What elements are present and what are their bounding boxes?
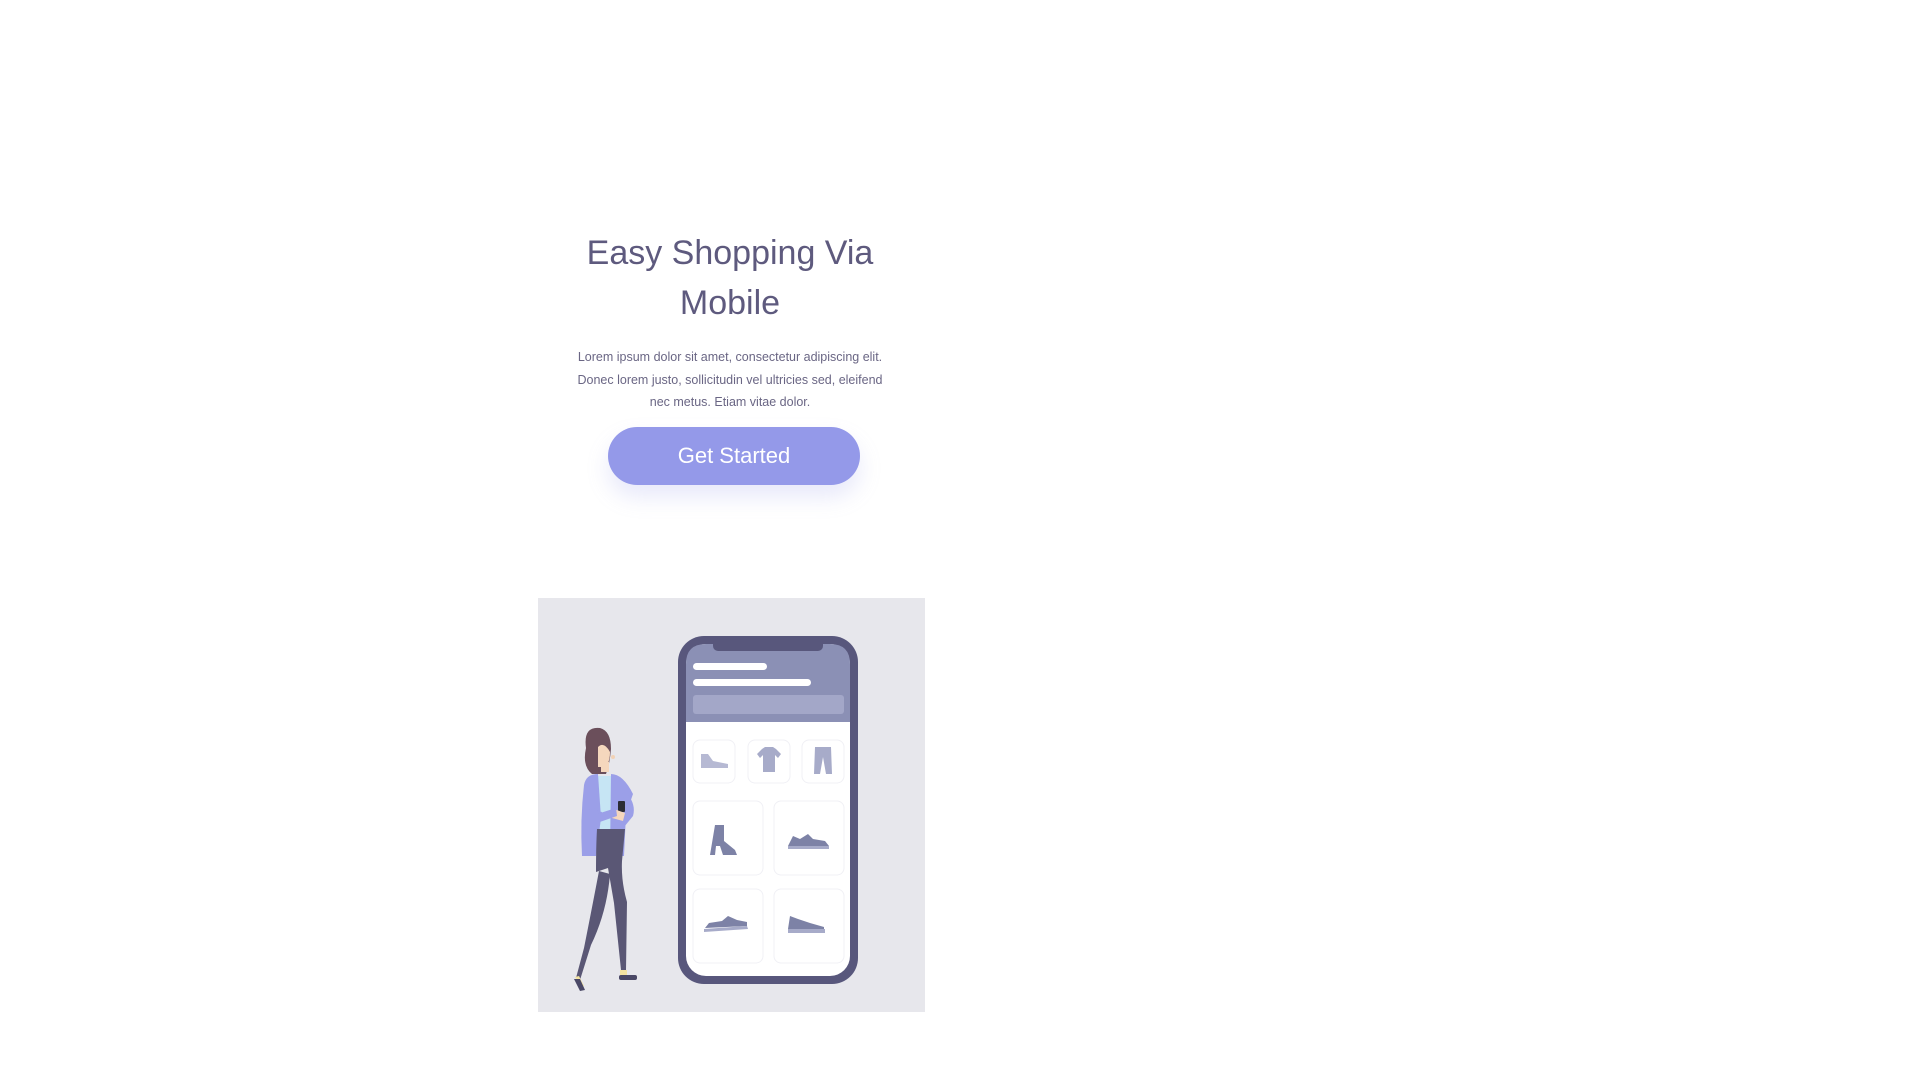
shoe-sole <box>788 846 829 849</box>
hero-title: Easy Shopping Via Mobile <box>586 234 874 322</box>
shopping-illustration <box>574 636 858 991</box>
hero-section: Easy Shopping Via Mobile Lorem ipsum dol… <box>570 228 890 414</box>
get-started-button[interactable]: Get Started <box>608 427 860 485</box>
hero-description: Lorem ipsum dolor sit amet, consectetur … <box>577 350 883 409</box>
woman-with-phone-icon <box>574 727 637 991</box>
hero-illustration <box>538 598 925 1012</box>
sneaker-sole <box>788 929 825 933</box>
